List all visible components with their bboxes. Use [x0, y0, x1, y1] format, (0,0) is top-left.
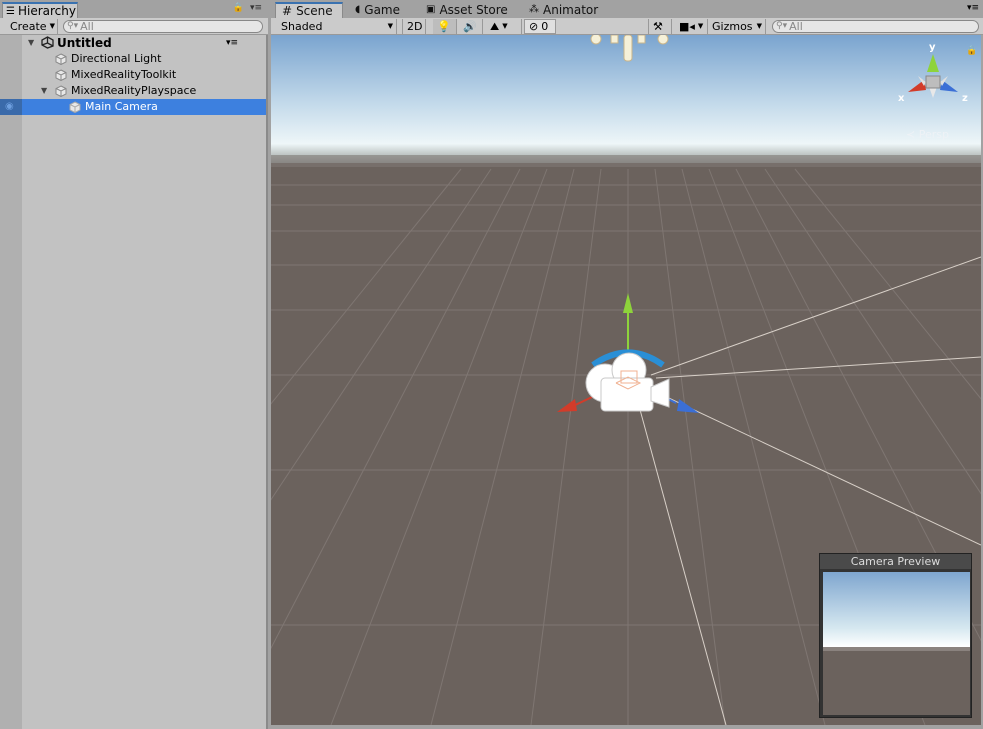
- scene-tabbar: # Scene ◖ Game ▣ Asset Store ⁂ Animator …: [271, 0, 983, 18]
- hierarchy-tabbar: ☰ Hierarchy 🔒 ▾≡: [0, 0, 268, 18]
- tab-label: Scene: [296, 4, 333, 18]
- search-icon: ⚲▾: [776, 21, 788, 31]
- gameobject-icon: [69, 101, 81, 114]
- hash-icon: #: [282, 4, 293, 18]
- list-item[interactable]: Directional Light: [0, 51, 266, 67]
- axis-x-label: x: [898, 93, 905, 104]
- projection-toggle[interactable]: ≺ Persp: [906, 128, 949, 141]
- hierarchy-search-input[interactable]: ⚲▾ All: [63, 20, 263, 33]
- camera-settings-dropdown[interactable]: ■◂ ▼: [675, 19, 708, 34]
- shading-mode-dropdown[interactable]: Shaded ▼: [277, 19, 397, 34]
- lock-icon[interactable]: 🔒: [966, 46, 977, 56]
- tab-asset-store[interactable]: ▣ Asset Store: [420, 2, 514, 18]
- dropdown-arrow-icon: ▼: [49, 22, 55, 30]
- hidden-objects-toggle[interactable]: ⊘ 0: [524, 19, 556, 34]
- gizmos-label: Gizmos: [712, 20, 753, 33]
- scene-toolbar: Shaded ▼ 2D 💡 🔊 ⛰ ▼ ⊘ 0 ⚒ ■◂ ▼ Gizmos ▼ …: [271, 18, 983, 35]
- unity-editor: ☰ Hierarchy 🔒 ▾≡ Create ▼ ⚲▾ All ▼ Untit…: [0, 0, 983, 729]
- list-item-selected[interactable]: ◉ Main Camera: [0, 99, 266, 115]
- 2d-toggle-button[interactable]: 2D: [402, 19, 426, 34]
- list-item-label: MixedRealityToolkit: [71, 68, 177, 81]
- effects-icon: ⛰: [490, 20, 500, 33]
- pacman-icon: ◖: [355, 4, 361, 15]
- scene-name: Untitled: [57, 36, 112, 50]
- scene-menu-icon[interactable]: ▾≡: [226, 35, 238, 51]
- tab-label: Asset Store: [439, 3, 508, 17]
- effects-dropdown[interactable]: ⛰ ▼: [486, 19, 522, 34]
- audio-toggle[interactable]: 🔊: [459, 19, 483, 34]
- list-item-label: Main Camera: [85, 100, 158, 113]
- camera-preview-image: [823, 572, 970, 715]
- panel-divider[interactable]: [266, 35, 268, 729]
- search-icon: ⚲▾: [67, 21, 79, 31]
- lightbulb-icon: 💡: [437, 20, 451, 33]
- nodes-icon: ⁂: [529, 4, 539, 15]
- tab-label: Game: [364, 3, 401, 17]
- panel-menu-icon[interactable]: ▾≡: [967, 3, 979, 13]
- gameobject-icon: [55, 85, 67, 98]
- persp-arrow-icon: ≺: [906, 128, 916, 141]
- hidden-count: 0: [541, 20, 549, 33]
- camera-preview-title: Camera Preview: [820, 554, 971, 569]
- list-item-label: Directional Light: [71, 52, 162, 65]
- projection-label: Persp: [918, 128, 949, 141]
- axis-z-label: z: [962, 93, 968, 104]
- tab-label: Animator: [543, 3, 599, 17]
- panel-menu-icon[interactable]: ▾≡: [250, 3, 262, 13]
- camera-preview-window: Camera Preview: [819, 553, 972, 718]
- dropdown-arrow-icon: ▼: [502, 22, 508, 30]
- gameobject-icon: [55, 69, 67, 82]
- gizmos-dropdown[interactable]: Gizmos ▼: [708, 19, 766, 34]
- eye-slash-icon: ⊘: [529, 20, 539, 33]
- scene-root-row[interactable]: ▼ Untitled ▾≡: [0, 35, 266, 51]
- lighting-toggle[interactable]: 💡: [433, 19, 457, 34]
- scene-search-placeholder: All: [789, 20, 803, 33]
- list-item[interactable]: MixedRealityToolkit: [0, 67, 266, 83]
- list-item-label: MixedRealityPlayspace: [71, 84, 197, 97]
- orientation-gizmo[interactable]: y x z 🔒 ≺ Persp: [896, 40, 977, 145]
- tools-icon: ⚒: [653, 20, 663, 33]
- create-label: Create: [10, 20, 47, 33]
- hierarchy-tab-controls: 🔒 ▾≡: [233, 3, 262, 13]
- list-item[interactable]: ▼ MixedRealityPlayspace: [0, 83, 266, 99]
- gameobject-icon: [55, 53, 67, 66]
- hierarchy-tab-label: Hierarchy: [17, 3, 76, 18]
- camera-icon: ■◂: [679, 20, 695, 33]
- scene-panel: # Scene ◖ Game ▣ Asset Store ⁂ Animator …: [271, 0, 983, 729]
- list-icon: ☰: [6, 5, 15, 17]
- axis-y-label: y: [929, 42, 936, 53]
- tab-animator[interactable]: ⁂ Animator: [523, 2, 604, 18]
- tab-scene[interactable]: # Scene: [275, 2, 343, 18]
- dropdown-arrow-icon: ▼: [697, 22, 704, 30]
- shading-label: Shaded: [281, 20, 323, 33]
- hierarchy-visibility-gutter: [0, 35, 22, 729]
- lock-icon[interactable]: 🔒: [233, 3, 244, 13]
- dropdown-arrow-icon: ▼: [387, 22, 393, 30]
- hierarchy-search-placeholder: All: [80, 20, 94, 33]
- scene-search-input[interactable]: ⚲▾ All: [772, 20, 979, 33]
- dropdown-arrow-icon: ▼: [756, 22, 762, 30]
- expand-arrow-icon[interactable]: ▼: [28, 35, 34, 51]
- 2d-label: 2D: [407, 20, 423, 33]
- hierarchy-toolbar: Create ▼ ⚲▾ All: [0, 18, 268, 35]
- eye-icon[interactable]: ◉: [5, 99, 14, 115]
- tab-game[interactable]: ◖ Game: [349, 2, 406, 18]
- scene-bottom-border: [271, 725, 983, 729]
- speaker-icon: 🔊: [463, 20, 477, 33]
- hierarchy-panel: ☰ Hierarchy 🔒 ▾≡ Create ▼ ⚲▾ All ▼ Untit…: [0, 0, 268, 729]
- expand-arrow-icon[interactable]: ▼: [41, 83, 47, 99]
- horizon-haze: [271, 155, 981, 169]
- create-button[interactable]: Create ▼: [0, 19, 58, 34]
- bag-icon: ▣: [426, 4, 436, 15]
- scene-tools-button[interactable]: ⚒: [648, 19, 672, 34]
- tab-hierarchy[interactable]: ☰ Hierarchy: [2, 2, 78, 18]
